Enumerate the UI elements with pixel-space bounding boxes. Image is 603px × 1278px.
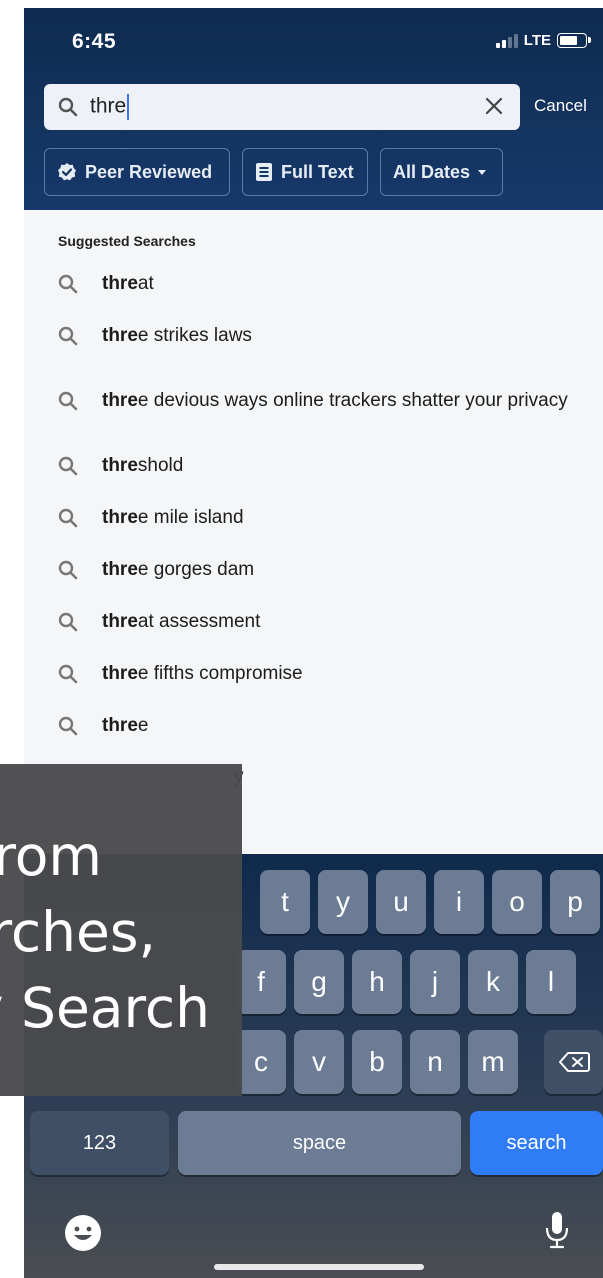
key-l[interactable]: l: [526, 950, 576, 1014]
suggestion-text: three devious ways online trackers shatt…: [102, 390, 568, 411]
key-j[interactable]: j: [410, 950, 460, 1014]
overlay-line: rches,: [0, 900, 156, 964]
microphone-icon[interactable]: [544, 1210, 570, 1250]
cancel-button[interactable]: Cancel: [534, 96, 587, 116]
overlay-line: v Search: [0, 976, 210, 1040]
search-icon: [58, 274, 78, 294]
key-m[interactable]: m: [468, 1030, 518, 1094]
search-header: 6:45 LTE thre Cancel Peer Reviewed Full …: [24, 8, 603, 210]
suggestion-text: three strikes laws: [102, 325, 252, 346]
suggestion-item[interactable]: threat assessment: [24, 596, 603, 648]
search-key[interactable]: search: [470, 1111, 603, 1175]
key-c[interactable]: c: [236, 1030, 286, 1094]
full-text-label: Full Text: [281, 161, 354, 182]
home-indicator[interactable]: [214, 1264, 424, 1270]
key-u[interactable]: u: [376, 870, 426, 934]
all-dates-label: All Dates: [393, 161, 471, 182]
backspace-icon: [558, 1052, 590, 1072]
suggestion-text: threat assessment: [102, 611, 261, 632]
clear-icon[interactable]: [484, 96, 504, 116]
suggestion-item[interactable]: threshold: [24, 440, 603, 492]
suggestion-item[interactable]: three strikes laws: [24, 310, 603, 362]
filter-bar: Peer Reviewed Full Text All Dates: [44, 148, 503, 196]
suggestion-text: three fifths compromise: [102, 663, 303, 684]
search-icon: [58, 326, 78, 346]
suggestions-list: threat three strikes laws three devious …: [24, 258, 603, 752]
space-key[interactable]: space: [178, 1111, 461, 1175]
numbers-key[interactable]: 123: [30, 1111, 169, 1175]
suggestion-item[interactable]: three: [24, 700, 603, 752]
caption-overlay: rom rches, v Search: [0, 764, 242, 1096]
backspace-key[interactable]: [544, 1030, 603, 1094]
text-cursor: [127, 94, 130, 120]
suggestion-text: three gorges dam: [102, 559, 255, 580]
emoji-icon[interactable]: [64, 1214, 102, 1252]
signal-icon: [495, 33, 518, 48]
dropdown-arrow-icon: [478, 169, 487, 175]
battery-icon: [557, 33, 591, 48]
key-b[interactable]: b: [352, 1030, 402, 1094]
suggestion-item[interactable]: threat: [24, 258, 603, 310]
peer-reviewed-filter[interactable]: Peer Reviewed: [44, 148, 230, 196]
key-k[interactable]: k: [468, 950, 518, 1014]
search-icon: [58, 391, 78, 411]
key-o[interactable]: o: [492, 870, 542, 934]
suggestion-text: three: [102, 715, 149, 736]
suggestion-item[interactable]: three fifths compromise: [24, 648, 603, 700]
key-t[interactable]: t: [260, 870, 310, 934]
network-label: LTE: [523, 32, 551, 49]
search-icon: [58, 716, 78, 736]
suggestion-item[interactable]: three mile island: [24, 492, 603, 544]
document-icon: [256, 163, 272, 181]
key-f[interactable]: f: [236, 950, 286, 1014]
search-icon: [58, 560, 78, 580]
full-text-filter[interactable]: Full Text: [242, 148, 368, 196]
search-query: thre: [90, 94, 130, 120]
key-i[interactable]: i: [434, 870, 484, 934]
key-n[interactable]: n: [410, 1030, 460, 1094]
search-input[interactable]: thre: [44, 84, 520, 130]
search-icon: [58, 612, 78, 632]
all-dates-filter[interactable]: All Dates: [380, 148, 503, 196]
suggestion-item[interactable]: three devious ways online trackers shatt…: [24, 362, 603, 440]
badge-check-icon: [58, 163, 76, 181]
status-time: 6:45: [72, 30, 117, 53]
search-icon: [58, 456, 78, 476]
peer-reviewed-label: Peer Reviewed: [85, 161, 213, 182]
key-y[interactable]: y: [318, 870, 368, 934]
overlay-line: rom: [0, 824, 102, 888]
suggestion-text: threat: [102, 273, 154, 294]
search-icon: [58, 97, 78, 117]
suggestion-text: threshold: [102, 455, 184, 476]
search-icon: [58, 508, 78, 528]
suggestion-text: three mile island: [102, 507, 244, 528]
status-indicators: LTE: [495, 32, 591, 49]
key-p[interactable]: p: [550, 870, 600, 934]
search-icon: [58, 664, 78, 684]
key-g[interactable]: g: [294, 950, 344, 1014]
suggestion-item[interactable]: three gorges dam: [24, 544, 603, 596]
key-v[interactable]: v: [294, 1030, 344, 1094]
suggestions-title: Suggested Searches: [58, 233, 196, 249]
key-h[interactable]: h: [352, 950, 402, 1014]
